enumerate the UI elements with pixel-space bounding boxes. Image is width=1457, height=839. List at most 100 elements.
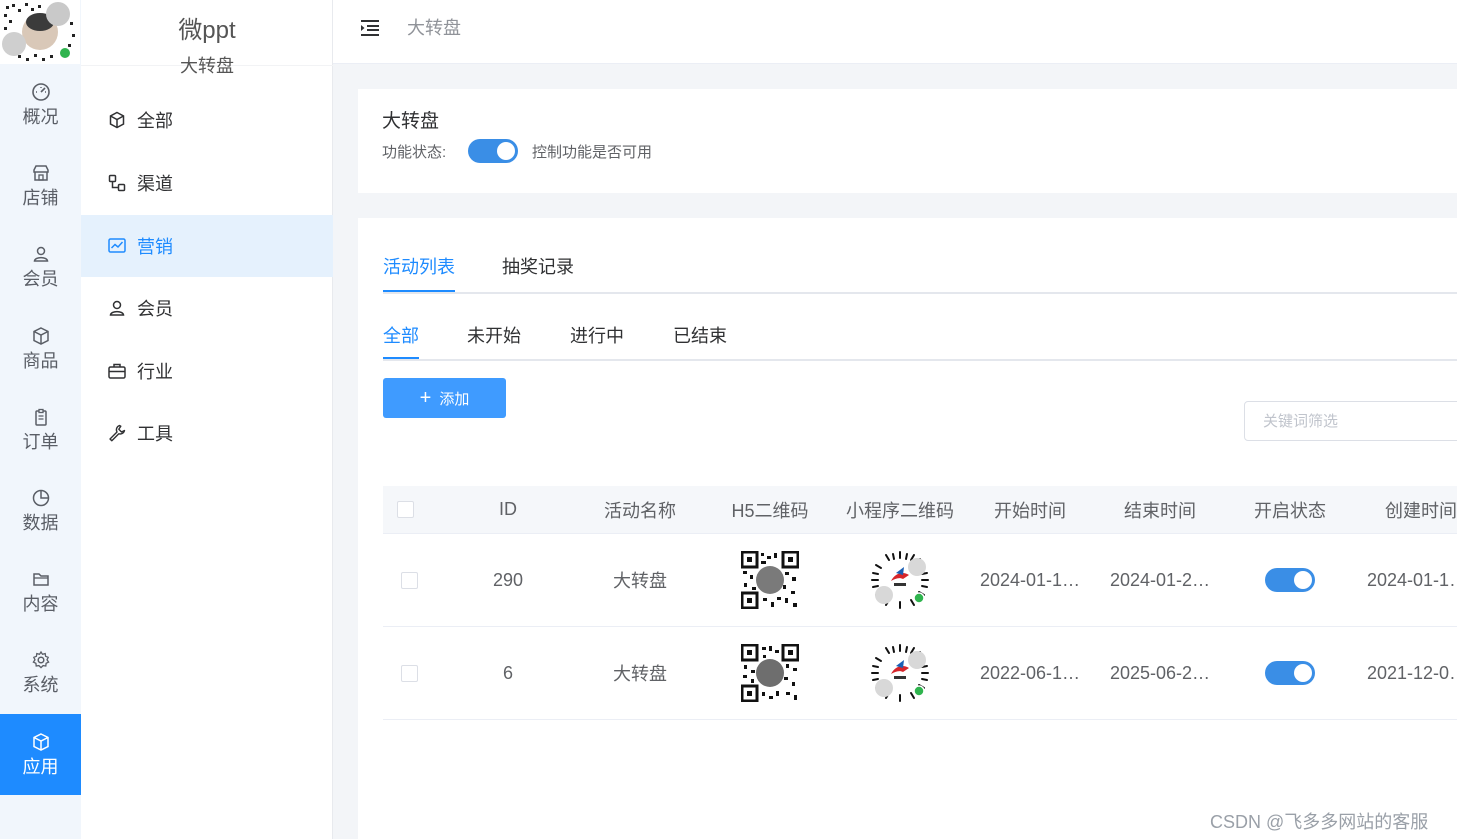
miniprogram-code-icon[interactable] bbox=[869, 642, 931, 704]
table-header: ID 活动名称 H5二维码 小程序二维码 开始时间 结束时间 开启状态 创建时间 bbox=[383, 486, 1457, 534]
status-tabs: 全部 未开始 进行中 已结束 bbox=[383, 323, 1457, 361]
select-all-checkbox[interactable] bbox=[396, 501, 414, 518]
avatar[interactable] bbox=[0, 0, 80, 64]
feature-status-card: 大转盘 功能状态: 控制功能是否可用 bbox=[358, 89, 1457, 193]
submenu-item-member[interactable]: 会员 bbox=[81, 277, 333, 339]
channel-icon bbox=[108, 174, 126, 192]
nav-store[interactable]: 店铺 bbox=[0, 145, 81, 226]
primary-tabs: 活动列表 抽奖记录 bbox=[383, 254, 1457, 294]
miniprogram-badge-icon bbox=[58, 46, 72, 60]
row-checkbox[interactable] bbox=[400, 664, 418, 682]
row-select-cell bbox=[383, 627, 435, 719]
nav-data[interactable]: 数据 bbox=[0, 470, 81, 551]
nav-member[interactable]: 会员 bbox=[0, 226, 81, 307]
watermark: CSDN @飞多多网站的客服 bbox=[1210, 812, 1429, 832]
gear-icon bbox=[31, 650, 50, 668]
nav-orders-label: 订单 bbox=[22, 431, 59, 452]
nav-overview-label: 概况 bbox=[22, 106, 59, 127]
app-root: 概况 店铺 会员 商品 订单 数据 内容 系统 应用 微ppt 大转盘 全部 渠… bbox=[0, 0, 1457, 839]
nav-overview[interactable]: 概况 bbox=[0, 64, 81, 145]
column-header-name[interactable]: 活动名称 bbox=[575, 486, 705, 533]
tab-status-not-started[interactable]: 未开始 bbox=[467, 323, 521, 349]
nav-data-label: 数据 bbox=[22, 512, 59, 533]
cell-end-time: 2025-06-2… bbox=[1109, 662, 1211, 683]
submenu-item-channel[interactable]: 渠道 bbox=[81, 152, 333, 214]
status-hint: 控制功能是否可用 bbox=[532, 144, 653, 161]
submenu-item-label: 全部 bbox=[137, 111, 173, 131]
cell-mp-qr bbox=[835, 627, 965, 719]
cell-h5-qr bbox=[705, 534, 835, 626]
nav-goods-label: 商品 bbox=[22, 350, 59, 371]
trend-chart-icon bbox=[108, 238, 126, 253]
activity-status-toggle[interactable] bbox=[1265, 661, 1315, 685]
column-header-h5-qr[interactable]: H5二维码 bbox=[705, 486, 835, 533]
add-button-label: 添加 bbox=[439, 390, 470, 408]
status-label: 功能状态: bbox=[382, 144, 447, 161]
top-header: 大转盘 bbox=[333, 0, 1457, 64]
table-row: 6 大转盘 2022-06-1… 2025-06-2… 2021-12-0 bbox=[383, 627, 1457, 720]
plus-icon: + bbox=[419, 387, 432, 409]
keyword-filter-input[interactable] bbox=[1244, 401, 1457, 441]
cell-id: 290 bbox=[492, 569, 524, 590]
gauge-icon bbox=[31, 82, 50, 101]
page-title: 大转盘 bbox=[382, 111, 440, 132]
tab-activity-list[interactable]: 活动列表 bbox=[383, 254, 455, 292]
submenu-item-tools[interactable]: 工具 bbox=[81, 402, 333, 464]
brand-subtitle: 大转盘 bbox=[180, 56, 234, 76]
cube-icon bbox=[109, 111, 125, 129]
cube-icon bbox=[32, 732, 49, 751]
cell-mp-qr bbox=[835, 534, 965, 626]
nav-system-label: 系统 bbox=[22, 674, 59, 695]
column-header-id[interactable]: ID bbox=[443, 486, 573, 533]
cell-id: 6 bbox=[502, 662, 513, 683]
column-header-start-time[interactable]: 开始时间 bbox=[965, 486, 1095, 533]
submenu-item-label: 会员 bbox=[137, 299, 173, 319]
submenu-item-label: 行业 bbox=[137, 362, 173, 382]
tab-draw-records[interactable]: 抽奖记录 bbox=[502, 254, 574, 280]
brand-name: 微ppt bbox=[178, 17, 236, 44]
nav-apps[interactable]: 应用 bbox=[0, 714, 81, 795]
user-icon bbox=[109, 300, 125, 316]
nav-member-label: 会员 bbox=[22, 268, 59, 289]
tab-status-in-progress[interactable]: 进行中 bbox=[570, 323, 624, 349]
column-header-status[interactable]: 开启状态 bbox=[1225, 486, 1355, 533]
h5-qr-code-icon[interactable] bbox=[741, 644, 799, 702]
box-icon bbox=[32, 326, 49, 345]
cell-name: 大转盘 bbox=[613, 664, 667, 684]
feature-status-toggle[interactable] bbox=[468, 139, 518, 163]
column-header-end-time[interactable]: 结束时间 bbox=[1095, 486, 1225, 533]
miniprogram-code-icon[interactable] bbox=[869, 549, 931, 611]
cell-end-time: 2024-01-2… bbox=[1109, 569, 1211, 590]
nav-goods[interactable]: 商品 bbox=[0, 308, 81, 389]
cell-status bbox=[1225, 534, 1355, 626]
submenu-item-all[interactable]: 全部 bbox=[81, 89, 333, 151]
brand: 微ppt 大转盘 bbox=[81, 0, 333, 76]
h5-qr-code-icon[interactable] bbox=[741, 551, 799, 609]
app-submenu: 微ppt 大转盘 全部 渠道 营销 会员 行业 工具 bbox=[81, 0, 333, 839]
cell-created: 2024-01-1… bbox=[1367, 569, 1457, 590]
nav-system[interactable]: 系统 bbox=[0, 632, 81, 713]
submenu-item-industry[interactable]: 行业 bbox=[81, 340, 333, 402]
submenu-item-label: 工具 bbox=[137, 424, 173, 444]
nav-apps-label: 应用 bbox=[22, 756, 59, 777]
cell-created: 2021-12-0… bbox=[1367, 662, 1457, 683]
nav-content[interactable]: 内容 bbox=[0, 551, 81, 632]
activity-status-toggle[interactable] bbox=[1265, 568, 1315, 592]
column-header-created[interactable]: 创建时间 bbox=[1355, 486, 1457, 533]
nav-store-label: 店铺 bbox=[22, 187, 59, 208]
wrench-icon bbox=[109, 424, 126, 442]
cell-h5-qr bbox=[705, 627, 835, 719]
menu-fold-icon[interactable] bbox=[359, 17, 381, 39]
submenu-item-marketing[interactable]: 营销 bbox=[81, 215, 333, 277]
row-select-cell bbox=[383, 534, 435, 626]
tab-status-ended[interactable]: 已结束 bbox=[673, 323, 727, 349]
column-header-mp-qr[interactable]: 小程序二维码 bbox=[835, 486, 965, 533]
tab-status-all[interactable]: 全部 bbox=[383, 323, 419, 359]
row-checkbox[interactable] bbox=[400, 571, 418, 589]
breadcrumb: 大转盘 bbox=[407, 18, 461, 38]
nav-orders[interactable]: 订单 bbox=[0, 389, 81, 470]
user-icon bbox=[33, 246, 48, 262]
folder-icon bbox=[32, 572, 49, 586]
select-all-cell bbox=[383, 486, 427, 533]
add-button[interactable]: + 添加 bbox=[383, 378, 506, 418]
